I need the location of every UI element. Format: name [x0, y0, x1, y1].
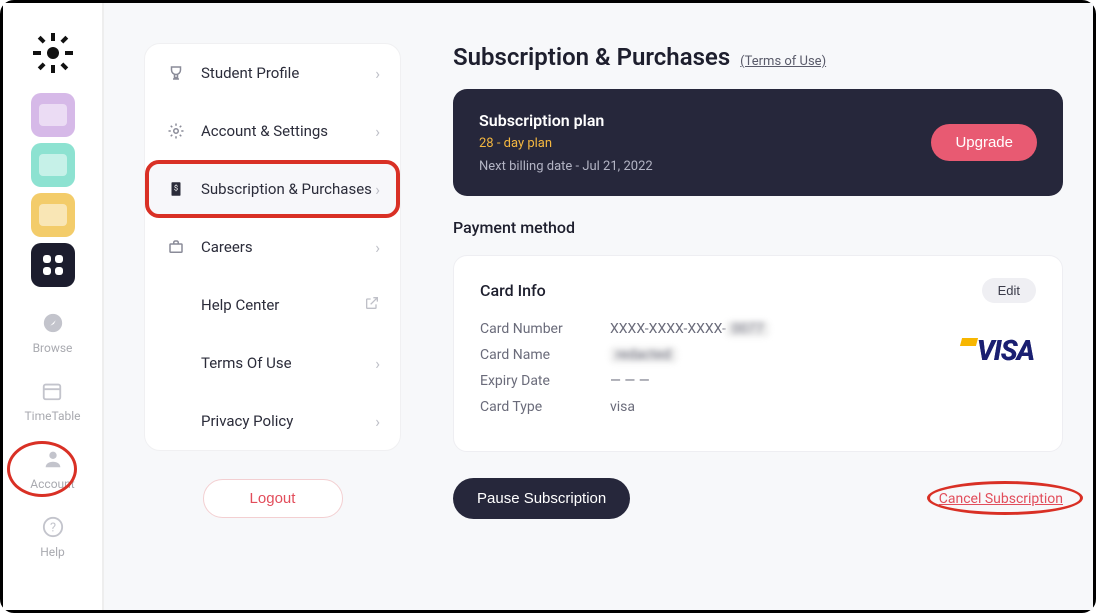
chevron-right-icon: › [375, 238, 380, 257]
sidebar: Browse TimeTable Account ? Help [3, 3, 103, 610]
menu-privacy-policy[interactable]: Privacy Policy › [145, 392, 400, 450]
chevron-right-icon: › [375, 122, 380, 141]
apps-grid-icon[interactable] [31, 243, 75, 287]
card-type-row: Card Type visa [480, 399, 1036, 415]
app-frame: Browse TimeTable Account ? Help Student … [0, 0, 1096, 613]
pause-subscription-button[interactable]: Pause Subscription [453, 478, 630, 519]
settings-column: Student Profile › Account & Settings › $… [103, 3, 413, 610]
menu-label: Privacy Policy [201, 412, 375, 430]
menu-label: Subscription & Purchases [201, 180, 375, 198]
card-number-row: Card Number XXXX-XXXX-XXXX-0077 [480, 321, 1036, 337]
svg-text:$: $ [174, 184, 178, 193]
user-icon [41, 447, 65, 471]
nav-browse[interactable]: Browse [33, 311, 73, 355]
course-tile-3[interactable] [31, 193, 75, 237]
gear-icon [165, 120, 187, 142]
plan-info: Subscription plan 28 - day plan Next bil… [479, 111, 653, 174]
menu-label: Help Center [201, 296, 364, 314]
card-name-value: redacted [610, 347, 677, 363]
menu-subscription-purchases[interactable]: $ Subscription & Purchases › [145, 160, 400, 218]
chevron-right-icon: › [375, 64, 380, 83]
subscription-plan-box: Subscription plan 28 - day plan Next bil… [453, 89, 1063, 196]
card-number-label: Card Number [480, 321, 610, 337]
menu-label: Account & Settings [201, 122, 375, 140]
expiry-value: — — — [610, 373, 650, 389]
chevron-right-icon: › [375, 412, 380, 431]
menu-careers[interactable]: Careers › [145, 218, 400, 276]
upgrade-button[interactable]: Upgrade [931, 124, 1037, 161]
chevron-right-icon: › [375, 354, 380, 373]
briefcase-icon [165, 236, 187, 258]
nav-label: Browse [33, 341, 73, 355]
card-header: Card Info Edit [480, 278, 1036, 303]
main-content: Subscription & Purchases (Terms of Use) … [413, 3, 1093, 610]
card-type-value: visa [610, 399, 635, 415]
settings-card: Student Profile › Account & Settings › $… [144, 43, 401, 451]
expiry-row: Expiry Date — — — [480, 373, 1036, 389]
card-name-label: Card Name [480, 347, 610, 363]
bottom-actions: Pause Subscription Cancel Subscription [453, 478, 1063, 519]
chevron-right-icon: › [375, 180, 380, 199]
receipt-icon: $ [165, 178, 187, 200]
nav-timetable[interactable]: TimeTable [24, 379, 80, 423]
card-info-box: Card Info Edit Card Number XXXX-XXXX-XXX… [453, 255, 1063, 452]
compass-icon [41, 311, 65, 335]
course-tile-2[interactable] [31, 143, 75, 187]
external-link-icon [364, 295, 380, 315]
nav-label: Account [30, 477, 74, 491]
help-icon: ? [41, 515, 65, 539]
calendar-icon [40, 379, 64, 403]
nav-label: Help [40, 545, 65, 559]
menu-account-settings[interactable]: Account & Settings › [145, 102, 400, 160]
logout-button[interactable]: Logout [203, 479, 343, 518]
nav-help[interactable]: ? Help [40, 515, 65, 559]
page-title-row: Subscription & Purchases (Terms of Use) [453, 43, 1063, 71]
plan-next-billing: Next billing date - Jul 21, 2022 [479, 159, 653, 174]
nav-label: TimeTable [24, 409, 80, 423]
cancel-subscription-link[interactable]: Cancel Subscription [939, 491, 1063, 507]
card-number-value: XXXX-XXXX-XXXX-0077 [610, 321, 769, 337]
course-tile-1[interactable] [31, 93, 75, 137]
menu-terms-of-use[interactable]: Terms Of Use › [145, 334, 400, 392]
card-type-label: Card Type [480, 399, 610, 415]
app-logo [33, 33, 73, 73]
plan-heading: Subscription plan [479, 111, 653, 130]
expiry-label: Expiry Date [480, 373, 610, 389]
page-title: Subscription & Purchases [453, 43, 730, 71]
menu-label: Student Profile [201, 64, 375, 82]
nav-account[interactable]: Account [30, 447, 74, 491]
edit-card-button[interactable]: Edit [982, 278, 1036, 303]
menu-label: Terms Of Use [201, 354, 375, 372]
plan-name: 28 - day plan [479, 136, 653, 151]
menu-label: Careers [201, 238, 375, 256]
menu-student-profile[interactable]: Student Profile › [145, 44, 400, 102]
payment-method-title: Payment method [453, 218, 1063, 237]
svg-text:?: ? [49, 521, 55, 536]
card-name-row: Card Name redacted [480, 347, 1036, 363]
card-info-title: Card Info [480, 281, 546, 300]
terms-of-use-link[interactable]: (Terms of Use) [740, 54, 826, 69]
menu-help-center[interactable]: Help Center [145, 276, 400, 334]
trophy-icon [165, 62, 187, 84]
visa-brand-icon: VISA [977, 334, 1034, 367]
